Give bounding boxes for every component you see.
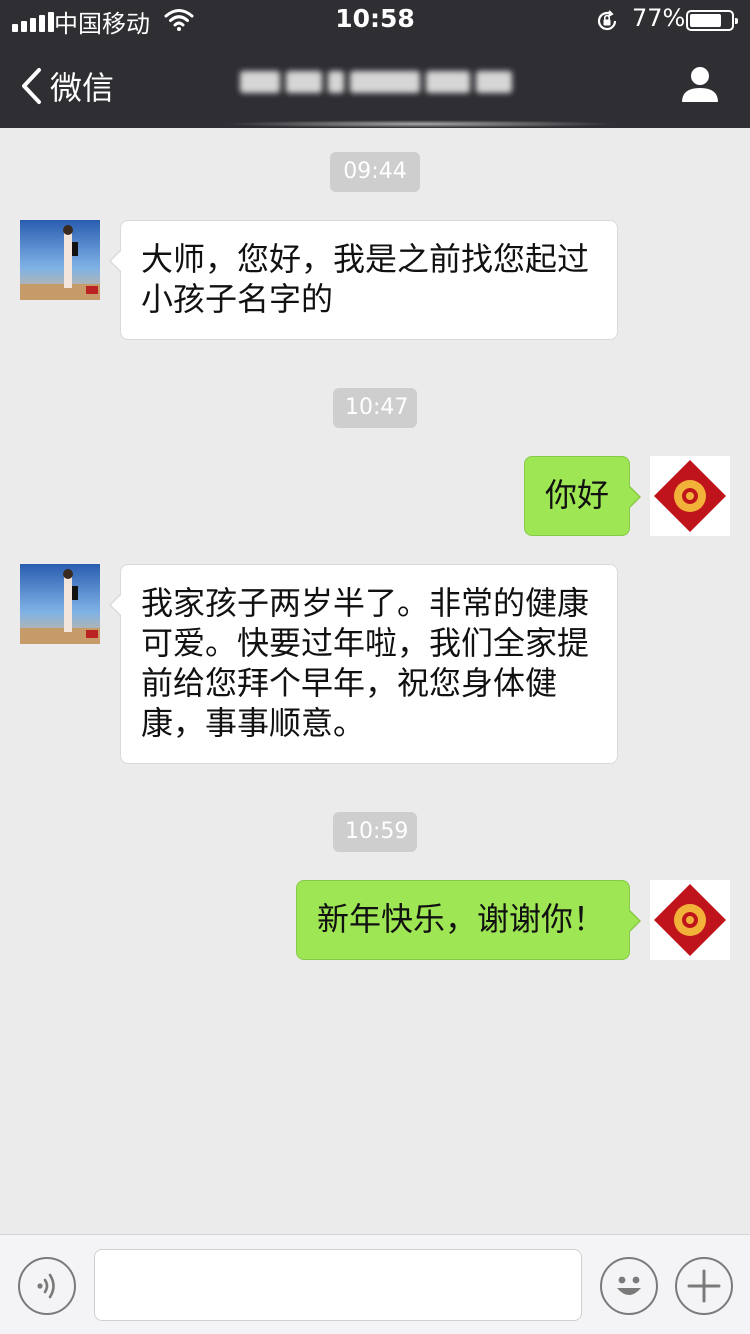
plus-icon [687,1269,721,1303]
timestamp: 10:47 [333,388,417,428]
message-bubble-outgoing[interactable]: 新年快乐，谢谢你！ [296,880,641,960]
back-button[interactable]: 微信 [18,64,128,108]
top-bar: 中国移动 10:58 77% 微信 [0,0,750,128]
rotation-lock-icon [597,10,617,31]
contact-profile-button[interactable] [680,64,720,104]
timestamp: 09:44 [330,152,420,192]
avatar-outgoing[interactable] [650,880,730,960]
chat-area[interactable]: 09:44 大师，您好，我是之前找您起过小孩子名字的 10:47 你好 我家孩子… [0,128,750,1234]
message-bubble-outgoing[interactable]: 你好 [524,456,641,536]
chat-title-blurred [240,62,512,102]
avatar-incoming[interactable] [20,564,100,644]
status-bar: 中国移动 10:58 77% [0,0,750,40]
timestamp: 10:59 [333,812,417,852]
input-bar [0,1234,750,1334]
emoji-icon [617,1276,641,1295]
more-button[interactable] [675,1257,733,1315]
battery-percent: 77% [632,4,686,32]
message-bubble-incoming[interactable]: 我家孩子两岁半了。非常的健康可爱。快要过年啦，我们全家提前给您拜个早年，祝您身体… [109,564,618,764]
message-bubble-incoming[interactable]: 大师，您好，我是之前找您起过小孩子名字的 [109,220,618,340]
header-divider [220,120,620,128]
chevron-left-icon [22,68,41,104]
message-input[interactable] [94,1249,582,1321]
avatar-incoming[interactable] [20,220,100,300]
emoji-button[interactable] [600,1257,658,1315]
voice-icon [37,1273,55,1299]
back-label: 微信 [50,69,115,107]
battery-icon [686,10,738,31]
avatar-outgoing[interactable] [650,456,730,536]
voice-button[interactable] [18,1257,76,1315]
